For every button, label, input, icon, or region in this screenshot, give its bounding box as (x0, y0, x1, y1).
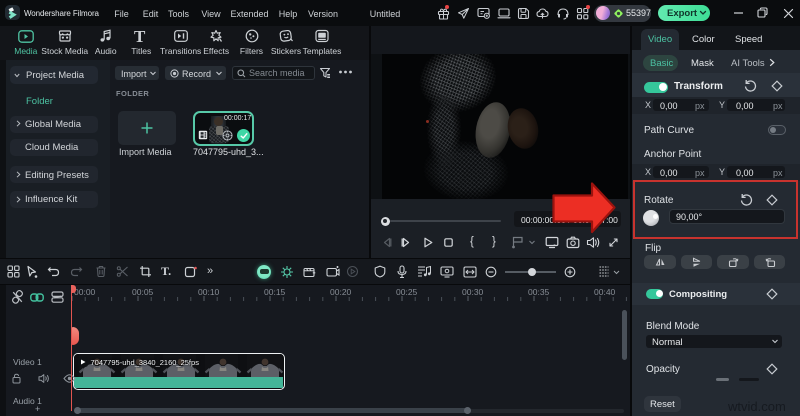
svg-text:00:00: 00:00 (74, 287, 96, 297)
svg-text:00:40: 00:40 (594, 287, 616, 297)
svg-text:00:05: 00:05 (132, 287, 154, 297)
svg-text:00:30: 00:30 (462, 287, 484, 297)
svg-text:00:10: 00:10 (198, 287, 220, 297)
svg-text:00:20: 00:20 (330, 287, 352, 297)
svg-text:00:25: 00:25 (396, 287, 418, 297)
svg-text:00:35: 00:35 (528, 287, 550, 297)
svg-text:00:15: 00:15 (264, 287, 286, 297)
